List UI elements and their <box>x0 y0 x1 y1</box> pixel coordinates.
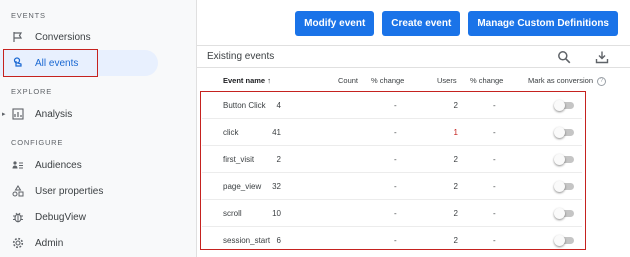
sidebar-item-label: DebugView <box>35 211 86 223</box>
column-header-label: Mark as conversion <box>528 76 594 85</box>
flag-icon <box>11 30 25 44</box>
column-header-users-change[interactable]: % change <box>470 76 503 85</box>
sidebar-item-label: Audiences <box>35 159 82 171</box>
sidebar: EVENTS Conversions All events EXPLORE ▸ … <box>0 0 190 257</box>
column-header-count[interactable]: Count <box>338 76 358 85</box>
sidebar-item-debugview[interactable]: DebugView <box>0 204 158 230</box>
divider <box>197 45 630 46</box>
sidebar-item-audiences[interactable]: Audiences <box>0 152 158 178</box>
active-item-highlight <box>3 49 98 77</box>
sidebar-item-analysis[interactable]: ▸ Analysis <box>0 101 158 127</box>
sidebar-item-label: User properties <box>35 185 104 197</box>
manage-custom-definitions-button[interactable]: Manage Custom Definitions <box>468 11 618 36</box>
audience-icon <box>11 158 25 172</box>
sidebar-item-label: Conversions <box>35 31 91 43</box>
section-label-explore: EXPLORE <box>11 87 53 96</box>
rows-highlight <box>200 91 586 250</box>
column-header-event-name[interactable]: Event name ↑ <box>223 76 271 85</box>
gear-icon <box>11 236 25 250</box>
user-properties-icon <box>11 184 25 198</box>
sidebar-item-conversions[interactable]: Conversions <box>0 24 158 50</box>
bug-icon <box>11 210 25 224</box>
column-header-users[interactable]: Users <box>437 76 457 85</box>
sidebar-item-user-properties[interactable]: User properties <box>0 178 158 204</box>
column-header-count-change[interactable]: % change <box>371 76 404 85</box>
help-icon[interactable]: ? <box>597 76 607 86</box>
sort-arrow-icon: ↑ <box>267 76 271 85</box>
toolbar: Modify event Create event Manage Custom … <box>295 11 618 36</box>
search-icon[interactable] <box>557 50 571 64</box>
sidebar-item-label: Admin <box>35 237 64 249</box>
sidebar-item-admin[interactable]: Admin <box>0 230 158 256</box>
modify-event-button[interactable]: Modify event <box>295 11 375 36</box>
column-header-mark-as-conversion[interactable]: Mark as conversion ? <box>528 76 607 86</box>
expand-caret-icon[interactable]: ▸ <box>2 110 6 118</box>
section-label-configure: CONFIGURE <box>11 138 64 147</box>
divider <box>197 67 630 68</box>
analysis-icon <box>11 107 25 121</box>
card-title: Existing events <box>207 51 275 62</box>
download-icon[interactable] <box>595 50 609 64</box>
section-label-events: EVENTS <box>11 11 46 20</box>
column-header-label: Event name <box>223 76 266 85</box>
create-event-button[interactable]: Create event <box>382 11 461 36</box>
sidebar-item-label: Analysis <box>35 108 73 120</box>
